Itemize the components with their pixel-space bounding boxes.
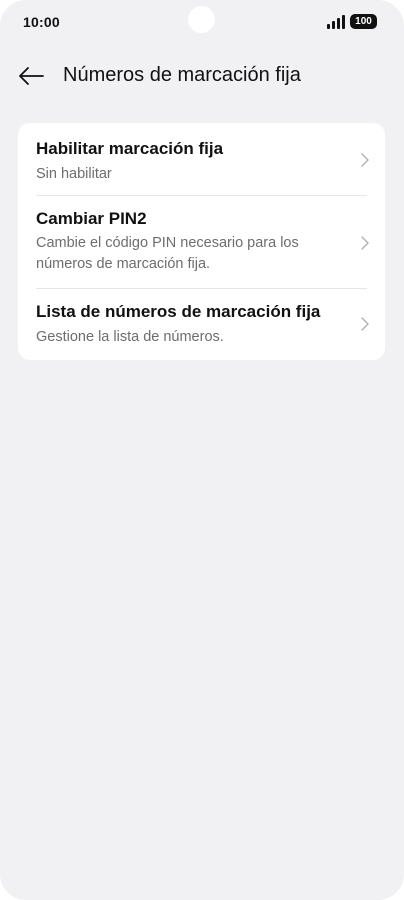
battery-icon: 100 <box>350 14 377 29</box>
app-header: Números de marcación fija <box>0 56 404 96</box>
signal-bars-icon <box>327 15 345 29</box>
status-bar: 10:00 100 <box>0 0 404 46</box>
setting-title: Habilitar marcación fija <box>36 139 224 158</box>
page-title: Números de marcación fija <box>63 64 301 86</box>
chevron-right-icon <box>361 153 369 167</box>
status-time: 10:00 <box>23 14 60 30</box>
setting-subtitle: Sin habilitar <box>36 166 112 182</box>
arrow-left-icon <box>19 67 44 85</box>
camera-cutout <box>188 6 215 33</box>
setting-subtitle: Cambie el código PIN necesario para los … <box>36 235 299 272</box>
setting-fixed-dialing-list[interactable]: Lista de números de marcación fija Gesti… <box>18 289 385 360</box>
settings-card: Habilitar marcación fija Sin habilitar C… <box>18 123 385 360</box>
setting-title: Lista de números de marcación fija <box>36 302 321 321</box>
setting-subtitle: Gestione la lista de números. <box>36 329 224 345</box>
chevron-right-icon <box>361 317 369 331</box>
back-button[interactable] <box>14 60 48 92</box>
setting-enable-fixed-dialing[interactable]: Habilitar marcación fija Sin habilitar <box>18 123 385 195</box>
phone-screen: 10:00 100 Números de marcación fija Habi… <box>0 0 404 900</box>
setting-change-pin2[interactable]: Cambiar PIN2 Cambie el código PIN necesa… <box>18 196 385 288</box>
chevron-right-icon <box>361 236 369 250</box>
setting-title: Cambiar PIN2 <box>36 209 147 228</box>
